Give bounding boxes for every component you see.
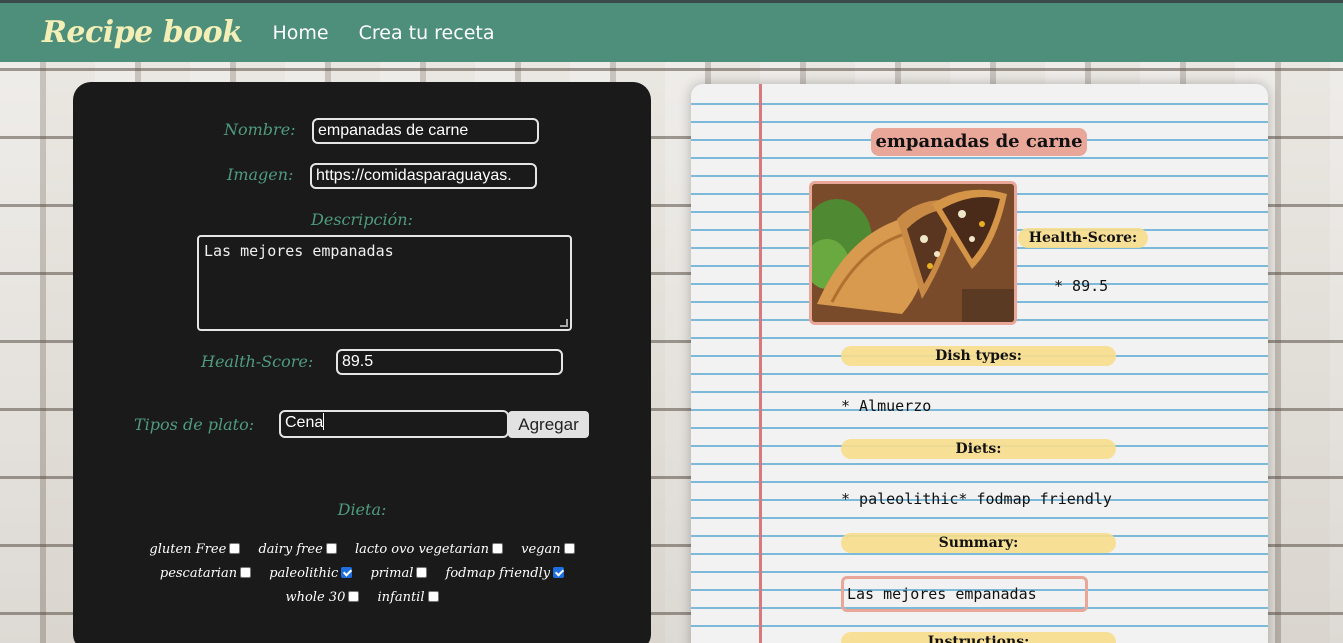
diet-option[interactable]: fodmap friendly: [446, 566, 565, 581]
diet-option[interactable]: vegan: [521, 542, 575, 557]
diet-checkbox[interactable]: [341, 567, 353, 578]
preview-instructions-label: Instructions:: [841, 632, 1116, 643]
diet-checkbox[interactable]: [416, 567, 428, 578]
diet-checkbox[interactable]: [229, 543, 241, 554]
diet-label: infantil: [377, 590, 425, 605]
preview-diets-value: * paleolithic* fodmap friendly: [841, 490, 1112, 508]
diet-label: dairy free: [258, 542, 323, 557]
diet-title: Dieta:: [337, 500, 387, 519]
diet-label: fodmap friendly: [445, 566, 551, 581]
description-text: Las mejores empanadas: [204, 242, 394, 260]
paper-margin-line: [759, 84, 762, 643]
nav-link-create-recipe[interactable]: Crea tu receta: [359, 22, 495, 44]
description-textarea[interactable]: Las mejores empanadas: [197, 235, 572, 331]
recipe-form: Nombre: empanadas de carne Imagen: https…: [73, 82, 651, 643]
diet-option[interactable]: lacto ovo vegetarian: [355, 542, 503, 557]
nav-link-home[interactable]: Home: [272, 22, 328, 44]
diet-checkbox[interactable]: [348, 591, 360, 602]
diet-row-2: pescatarian paleolithic primal fodmap fr…: [73, 566, 651, 581]
diet-option[interactable]: primal: [370, 566, 428, 581]
diet-checkbox[interactable]: [553, 567, 565, 578]
diet-label: primal: [370, 566, 414, 581]
name-label: Nombre:: [224, 120, 296, 139]
dish-type-value: Cena: [285, 414, 324, 431]
diet-option[interactable]: paleolithic: [269, 566, 353, 581]
diet-label: lacto ovo vegetarian: [354, 542, 489, 557]
diet-label: vegan: [521, 542, 561, 557]
preview-summary-value: Las mejores empanadas: [841, 576, 1088, 612]
diet-label: pescatarian: [159, 566, 238, 581]
diet-option[interactable]: infantil: [377, 590, 439, 605]
diet-option[interactable]: whole 30: [285, 590, 360, 605]
diet-checkbox[interactable]: [325, 543, 337, 554]
diet-option[interactable]: gluten Free: [149, 542, 241, 557]
text-cursor: [323, 413, 325, 430]
preview-dish-types-label: Dish types:: [841, 346, 1116, 366]
diet-option[interactable]: pescatarian: [159, 566, 252, 581]
diet-checkbox[interactable]: [240, 567, 252, 578]
description-label: Descripción:: [311, 210, 413, 229]
diet-row-1: gluten Free dairy free lacto ovo vegetar…: [73, 542, 651, 557]
preview-health-score-value: * 89.5: [1054, 277, 1109, 295]
name-input[interactable]: empanadas de carne: [312, 118, 539, 144]
empanada-illustration: [812, 184, 1014, 322]
add-dish-button[interactable]: Agregar: [508, 411, 589, 438]
diet-checkbox[interactable]: [563, 543, 575, 554]
diet-checkbox[interactable]: [491, 543, 503, 554]
diet-checkbox[interactable]: [427, 591, 439, 602]
diet-label: whole 30: [285, 590, 346, 605]
diet-label: paleolithic: [269, 566, 339, 581]
brand-logo[interactable]: Recipe book: [42, 15, 243, 50]
navbar: Recipe book Home Crea tu receta: [0, 0, 1343, 62]
recipe-image: [809, 181, 1017, 325]
resize-grip-icon[interactable]: [560, 319, 568, 327]
diet-row-3: whole 30 infantil: [73, 590, 651, 605]
preview-summary-label: Summary:: [841, 533, 1116, 553]
dish-type-input[interactable]: Cena: [279, 410, 509, 438]
recipe-preview-card: empanadas de carne Health-Score: * 89.5 …: [691, 84, 1268, 643]
image-label: Imagen:: [227, 165, 294, 184]
diet-label: gluten Free: [149, 542, 227, 557]
dish-type-label: Tipos de plato:: [134, 415, 255, 434]
preview-diets-label: Diets:: [841, 439, 1116, 459]
health-score-input[interactable]: 89.5: [336, 349, 563, 375]
preview-title: empanadas de carne: [871, 128, 1087, 156]
preview-health-score-label: Health-Score:: [1018, 228, 1148, 248]
image-input[interactable]: https://comidasparaguayas.: [310, 163, 537, 189]
diet-option[interactable]: dairy free: [258, 542, 337, 557]
health-score-label: Health-Score:: [201, 352, 314, 371]
preview-dish-types-value: * Almuerzo: [841, 397, 932, 415]
